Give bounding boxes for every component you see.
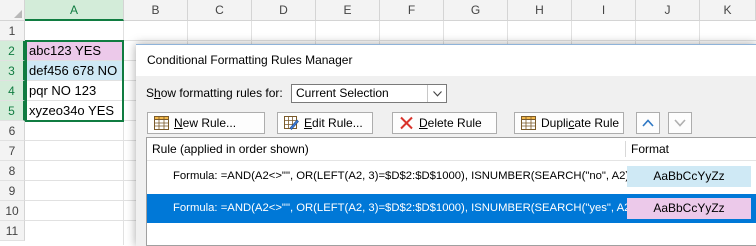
format-preview: AaBbCcYyZz <box>627 166 751 187</box>
rules-toolbar: New Rule... Edit Rule... Delete Rule Dup… <box>136 108 756 137</box>
row-header-2[interactable]: 2 <box>0 41 25 61</box>
new-rule-accesskey: N <box>174 116 183 130</box>
rule-row-selected[interactable]: Formula: =AND(A2<>"", OR(LEFT(A2, 3)=$D$… <box>147 194 756 223</box>
duplicate-rule-icon <box>521 116 536 130</box>
column-divider <box>625 141 626 157</box>
gridline <box>123 21 124 245</box>
row-header-1[interactable]: 1 <box>0 21 25 41</box>
rule-scope-dropdown[interactable]: Current Selection <box>291 84 447 103</box>
delete-x-icon <box>399 116 414 130</box>
new-rule-label: ew Rule... <box>182 116 237 130</box>
column-header-i[interactable]: I <box>572 0 636 21</box>
column-header-g[interactable]: G <box>444 0 508 21</box>
cell-a5[interactable]: xyzeo34o YES <box>26 101 123 120</box>
duplicate-rule-button[interactable]: Duplicate Rule <box>514 112 624 134</box>
column-header-k[interactable]: K <box>700 0 756 21</box>
row-header-9[interactable]: 9 <box>0 181 25 201</box>
new-rule-icon <box>154 116 169 130</box>
rule-formula: Formula: =AND(A2<>"", OR(LEFT(A2, 3)=$D$… <box>173 170 637 182</box>
chevron-down-icon[interactable] <box>427 85 446 102</box>
gridline <box>25 40 756 41</box>
column-header-d[interactable]: D <box>252 0 316 21</box>
cell-a3[interactable]: def456 678 NO <box>26 61 123 80</box>
edit-rule-button[interactable]: Edit Rule... <box>277 112 373 134</box>
show-label-accesskey: h <box>154 86 161 100</box>
show-label-post: ow formatting rules for: <box>160 86 283 100</box>
column-header-f[interactable]: F <box>380 0 444 21</box>
column-header-e[interactable]: E <box>316 0 380 21</box>
move-up-button[interactable] <box>636 112 660 134</box>
edit-rule-label: dit Rule... <box>312 116 363 130</box>
column-header-a[interactable]: A <box>25 0 124 21</box>
cell-a2[interactable]: abc123 YES <box>26 41 123 60</box>
row-header-6[interactable]: 6 <box>0 121 25 141</box>
delete-rule-label: elete Rule <box>427 116 482 130</box>
row-header-3[interactable]: 3 <box>0 61 25 81</box>
new-rule-button[interactable]: New Rule... <box>147 112 265 134</box>
conditional-formatting-dialog: Conditional Formatting Rules Manager Sho… <box>136 44 756 246</box>
edit-rule-icon <box>284 116 299 130</box>
row-header-4[interactable]: 4 <box>0 81 25 101</box>
rules-list-header: Rule (applied in order shown) Format <box>147 138 756 161</box>
move-down-button[interactable] <box>668 112 692 134</box>
rule-row[interactable]: Formula: =AND(A2<>"", OR(LEFT(A2, 3)=$D$… <box>147 162 756 191</box>
cell-a4[interactable]: pqr NO 123 <box>26 81 123 100</box>
row-header-5[interactable]: 5 <box>0 101 25 121</box>
chevron-up-icon <box>642 119 654 127</box>
show-label-pre: S <box>146 86 155 100</box>
column-header-b[interactable]: B <box>124 0 188 21</box>
rule-scope-value: Current Selection <box>296 86 389 100</box>
rules-list[interactable]: Rule (applied in order shown) Format For… <box>146 137 756 246</box>
format-preview: AaBbCcYyZz <box>627 198 751 219</box>
column-header-j[interactable]: J <box>636 0 700 21</box>
rule-formula: Formula: =AND(A2<>"", OR(LEFT(A2, 3)=$D$… <box>173 202 642 214</box>
duplicate-rule-label-post: ate Rule <box>574 116 620 130</box>
rule-column-header[interactable]: Rule (applied in order shown) <box>152 138 309 160</box>
row-header-11[interactable]: 11 <box>0 221 25 241</box>
duplicate-rule-label-pre: Dupli <box>541 116 569 130</box>
row-header-7[interactable]: 7 <box>0 141 25 161</box>
row-header-10[interactable]: 10 <box>0 201 25 221</box>
edit-rule-accesskey: E <box>304 116 313 130</box>
select-all-corner[interactable] <box>0 0 25 21</box>
delete-rule-accesskey: D <box>419 116 428 130</box>
row-header-8[interactable]: 8 <box>0 161 25 181</box>
dialog-title[interactable]: Conditional Formatting Rules Manager <box>136 45 756 76</box>
show-rules-label: Show formatting rules for: <box>146 82 283 104</box>
column-header-c[interactable]: C <box>188 0 252 21</box>
chevron-down-icon <box>674 119 686 127</box>
format-column-header[interactable]: Format <box>631 138 669 160</box>
column-header-h[interactable]: H <box>508 0 572 21</box>
delete-rule-button[interactable]: Delete Rule <box>392 112 497 134</box>
